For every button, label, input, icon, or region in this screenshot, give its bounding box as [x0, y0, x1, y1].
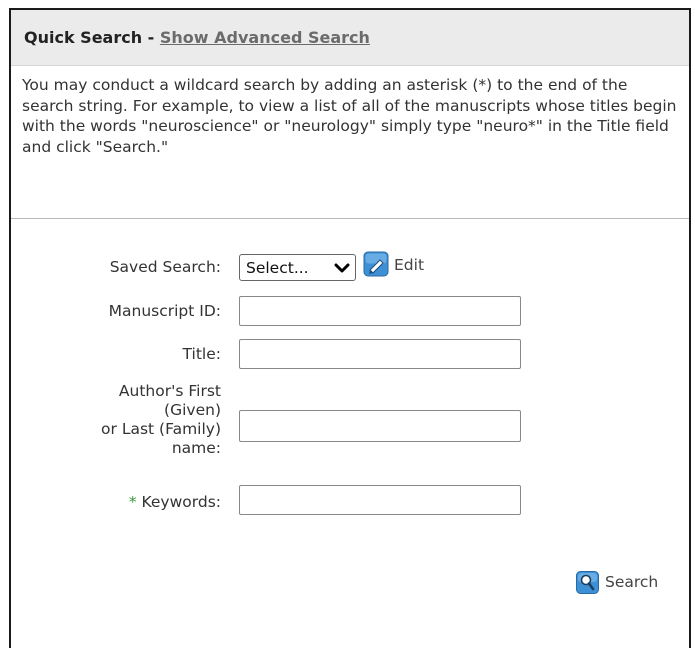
divider: [11, 218, 689, 219]
author-name-label: Author's First (Given) or Last (Family) …: [101, 382, 221, 458]
magnifier-icon[interactable]: [576, 571, 599, 594]
author-label-line: name:: [171, 439, 221, 457]
saved-search-label: Saved Search:: [109, 258, 221, 276]
wildcard-instructions: You may conduct a wildcard search by add…: [22, 76, 677, 156]
author-label-line: (Given): [164, 401, 221, 419]
search-button[interactable]: Search: [605, 573, 658, 591]
manuscript-id-label: Manuscript ID:: [108, 302, 221, 320]
saved-search-selected-value: Select...: [246, 258, 309, 277]
keywords-label: * Keywords:: [129, 493, 221, 512]
required-marker: *: [128, 493, 137, 511]
chevron-down-icon: [334, 263, 350, 273]
author-name-input[interactable]: [239, 410, 521, 442]
panel-title: Quick Search: [24, 28, 143, 47]
edit-saved-search-link[interactable]: Edit: [394, 256, 424, 274]
title-label: Title:: [182, 345, 221, 363]
saved-search-select[interactable]: Select...: [239, 254, 356, 281]
keywords-input[interactable]: [239, 485, 521, 515]
manuscript-id-input[interactable]: [239, 296, 521, 326]
keywords-label-text: Keywords:: [141, 493, 222, 511]
show-advanced-search-link[interactable]: Show Advanced Search: [160, 28, 370, 47]
quick-search-panel: Quick Search - Show Advanced Search You …: [9, 8, 691, 648]
header-separator: -: [142, 28, 160, 47]
pencil-icon[interactable]: [363, 251, 389, 277]
panel-header: Quick Search - Show Advanced Search: [11, 10, 689, 66]
title-input[interactable]: [239, 339, 521, 369]
author-label-line: or Last (Family): [101, 420, 221, 438]
author-label-line: Author's First: [118, 382, 221, 400]
